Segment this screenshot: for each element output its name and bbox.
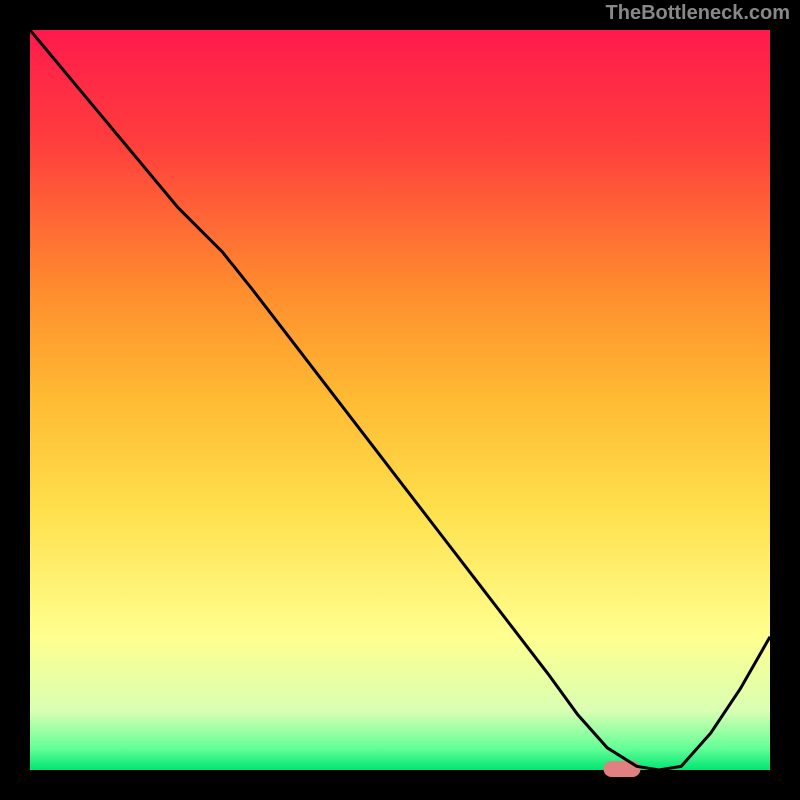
chart-container: TheBottleneck.com [0, 0, 800, 800]
plot-background [30, 30, 770, 770]
chart-svg [0, 0, 800, 800]
watermark-text: TheBottleneck.com [606, 2, 790, 25]
